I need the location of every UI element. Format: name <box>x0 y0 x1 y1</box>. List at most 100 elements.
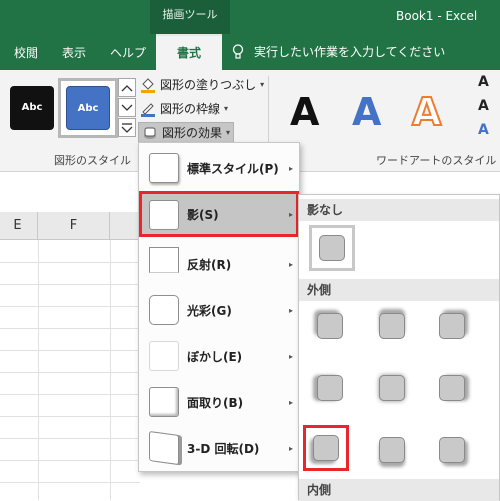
text-effects-icon[interactable]: A <box>478 122 489 138</box>
menu-item-3d-rotation[interactable]: 3-D 回転(D) ▸ <box>139 425 299 471</box>
menu-item-label: 標準スタイル(P) <box>187 161 279 176</box>
shape-outline-label: 図形の枠線 <box>160 102 221 116</box>
shape-effects-menu: 標準スタイル(P) ▸ 影(S) ▸ 反射(R) ▸ 光彩(G) ▸ ぼかし(E… <box>138 142 300 472</box>
grid-line <box>0 460 140 461</box>
text-outline-icon[interactable]: A <box>478 98 489 114</box>
grid-line <box>0 262 140 263</box>
grid-line <box>110 240 111 500</box>
more-gallery-icon <box>121 122 133 133</box>
outer-shadow-icon <box>439 375 465 401</box>
outer-shadow-icon <box>439 437 465 463</box>
outer-shadow-option-highlighted[interactable] <box>303 425 349 471</box>
preset-thumb-icon <box>149 153 179 183</box>
grid-line <box>0 416 140 417</box>
gallery-more[interactable] <box>118 118 136 137</box>
shape-style-black[interactable]: Abc <box>10 86 54 130</box>
outer-shadow-option[interactable] <box>369 303 415 349</box>
outer-shadow-header: 外側 <box>299 279 499 301</box>
outer-shadow-icon <box>439 313 465 339</box>
column-header-f[interactable]: F <box>38 212 110 240</box>
tab-format[interactable]: 書式 <box>156 34 222 70</box>
outer-shadow-option[interactable] <box>307 365 353 411</box>
shadow-none-icon <box>319 235 345 261</box>
chevron-up-icon <box>121 84 133 91</box>
grid-line <box>0 482 140 483</box>
column-header-e[interactable]: E <box>0 212 38 240</box>
menu-item-label: 反射(R) <box>187 257 232 272</box>
shape-fill-label: 図形の塗りつぶし <box>160 78 257 92</box>
column-header-g[interactable] <box>110 212 140 240</box>
soft-edges-thumb-icon <box>149 341 179 371</box>
outer-shadow-icon <box>379 375 405 401</box>
dropdown-caret-icon: ▾ <box>260 80 265 89</box>
menu-item-label: ぼかし(E) <box>187 349 243 364</box>
outer-shadow-option[interactable] <box>429 303 475 349</box>
menu-item-bevel[interactable]: 面取り(B) ▸ <box>139 379 299 425</box>
title-bar: 描画ツール Book1 - Excel <box>0 0 500 34</box>
tab-help[interactable]: ヘルプ <box>110 44 146 61</box>
outer-shadow-option[interactable] <box>307 303 353 349</box>
window-title: Book1 - Excel <box>396 9 478 23</box>
shadow-thumb-icon <box>149 200 179 230</box>
chevron-right-icon: ▸ <box>288 209 293 219</box>
chevron-right-icon: ▸ <box>288 305 293 315</box>
tab-review[interactable]: 校閲 <box>14 44 38 61</box>
3d-rotation-thumb-icon <box>149 430 179 466</box>
shape-fill-button[interactable]: 図形の塗りつぶし ▾ <box>140 76 264 93</box>
chevron-right-icon: ▸ <box>288 163 293 173</box>
outer-shadow-option[interactable] <box>369 365 415 411</box>
dropdown-caret-icon: ▾ <box>224 104 229 113</box>
outer-shadow-icon <box>313 435 339 461</box>
menu-item-shadow[interactable]: 影(S) ▸ <box>139 191 299 237</box>
menu-item-label: 光彩(G) <box>187 303 232 318</box>
shape-style-blue[interactable]: Abc <box>66 86 110 130</box>
grid-line <box>0 372 140 373</box>
shadow-submenu: 影なし 外側 内側 <box>298 194 500 501</box>
pen-icon <box>141 102 155 117</box>
grid-line <box>0 306 140 307</box>
shape-effects-label: 図形の効果 <box>162 126 223 140</box>
menu-item-reflection[interactable]: 反射(R) ▸ <box>139 241 299 287</box>
outer-shadow-icon <box>317 375 343 401</box>
shape-effects-icon <box>144 127 156 139</box>
grid-line <box>0 328 140 329</box>
menu-item-glow[interactable]: 光彩(G) ▸ <box>139 287 299 333</box>
menu-item-label: 3-D 回転(D) <box>187 441 260 456</box>
wordart-style-orange-outline[interactable]: A <box>411 89 442 135</box>
outer-shadow-icon <box>317 313 343 339</box>
outer-shadow-option[interactable] <box>429 427 475 473</box>
tell-me-box[interactable]: 実行したい作業を入力してください <box>232 43 445 60</box>
outer-shadow-option[interactable] <box>369 427 415 473</box>
outer-shadow-icon <box>379 313 405 339</box>
outer-shadow-option[interactable] <box>429 365 475 411</box>
dropdown-caret-icon: ▾ <box>226 128 231 137</box>
shadow-none-option[interactable] <box>309 225 355 271</box>
shape-effects-button[interactable]: 図形の効果 ▾ <box>138 122 235 143</box>
gallery-scroll-down[interactable] <box>118 98 136 117</box>
shape-outline-button[interactable]: 図形の枠線 ▾ <box>140 100 228 117</box>
text-fill-icon[interactable]: A <box>478 74 489 90</box>
grid-line <box>0 394 140 395</box>
menu-item-soft-edges[interactable]: ぼかし(E) ▸ <box>139 333 299 379</box>
wordart-styles-group-label: ワードアートのスタイル <box>376 154 497 167</box>
menu-item-label: 影(S) <box>187 207 219 222</box>
wordart-style-black[interactable]: A <box>290 90 319 134</box>
paint-bucket-icon <box>141 77 155 93</box>
tell-me-text: 実行したい作業を入力してください <box>254 45 446 59</box>
chevron-right-icon: ▸ <box>288 259 293 269</box>
grid-line <box>0 350 140 351</box>
no-shadow-header: 影なし <box>299 199 499 221</box>
grid-line <box>0 284 140 285</box>
chevron-down-icon <box>121 104 133 111</box>
wordart-style-blue[interactable]: A <box>352 90 381 134</box>
reflection-thumb-icon <box>149 247 179 273</box>
shape-styles-group-label: 図形のスタイル <box>54 154 131 167</box>
inner-shadow-header: 内側 <box>299 479 499 501</box>
tab-view[interactable]: 表示 <box>62 44 86 61</box>
bevel-thumb-icon <box>149 387 179 417</box>
grid-line <box>0 438 140 439</box>
chevron-right-icon: ▸ <box>288 443 293 453</box>
menu-item-preset[interactable]: 標準スタイル(P) ▸ <box>139 145 299 191</box>
gallery-scroll-up[interactable] <box>118 78 136 97</box>
chevron-right-icon: ▸ <box>288 351 293 361</box>
